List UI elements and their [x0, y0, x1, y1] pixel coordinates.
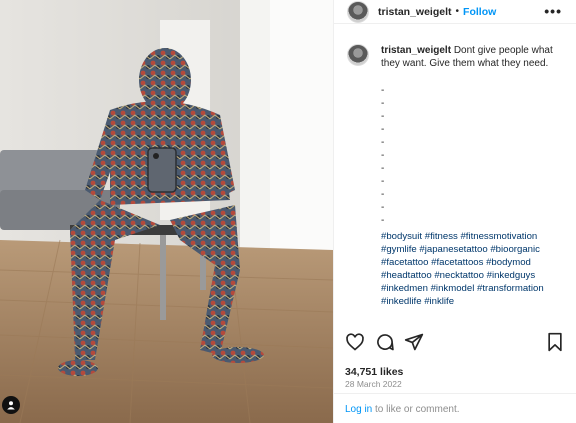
header-separator: •: [455, 6, 460, 17]
heart-icon[interactable]: [345, 332, 365, 357]
avatar[interactable]: [347, 0, 369, 23]
post-photo[interactable]: [0, 0, 333, 423]
follow-button[interactable]: Follow: [463, 6, 496, 18]
caption-username-link[interactable]: tristan_weigelt: [381, 45, 451, 56]
caption-dash: -: [381, 111, 385, 122]
caption-dash: -: [381, 163, 385, 174]
more-horizontal-icon[interactable]: •••: [544, 3, 562, 19]
bookmark-icon[interactable]: [546, 332, 564, 357]
login-prompt-text: to like or comment.: [372, 404, 460, 415]
comment-icon[interactable]: [375, 332, 395, 357]
caption-dash: -: [381, 150, 385, 161]
caption-dash: -: [381, 124, 385, 135]
caption-hashtags[interactable]: #bodysuit #fitness #fitnessmotivation #g…: [381, 230, 566, 308]
caption-dash-lines: - - - - - - - - - - -: [381, 84, 566, 227]
user-tag-icon[interactable]: [2, 396, 20, 414]
caption-dash: -: [381, 176, 385, 187]
caption-body: tristan_weigelt Dont give people what th…: [381, 44, 566, 308]
caption-dash: -: [381, 85, 385, 96]
likes-count[interactable]: 34,751 likes: [345, 366, 403, 378]
caption-dash: -: [381, 202, 385, 213]
login-prompt: Log in to like or comment.: [334, 393, 576, 415]
caption-dash: -: [381, 189, 385, 200]
share-icon[interactable]: [404, 332, 424, 357]
caption: tristan_weigelt Dont give people what th…: [347, 44, 566, 308]
post-header: tristan_weigelt • Follow •••: [334, 0, 576, 24]
header-username-link[interactable]: tristan_weigelt: [378, 6, 452, 18]
login-link[interactable]: Log in: [345, 404, 372, 415]
post-actions: [334, 332, 576, 354]
post-side-panel: tristan_weigelt • Follow ••• tristan_wei…: [333, 0, 576, 423]
post-date: 28 March 2022: [345, 379, 402, 389]
caption-avatar[interactable]: [347, 44, 369, 66]
caption-dash: -: [381, 98, 385, 109]
caption-dash: -: [381, 215, 385, 226]
tattooed-man-photo: [0, 0, 333, 423]
caption-dash: -: [381, 137, 385, 148]
